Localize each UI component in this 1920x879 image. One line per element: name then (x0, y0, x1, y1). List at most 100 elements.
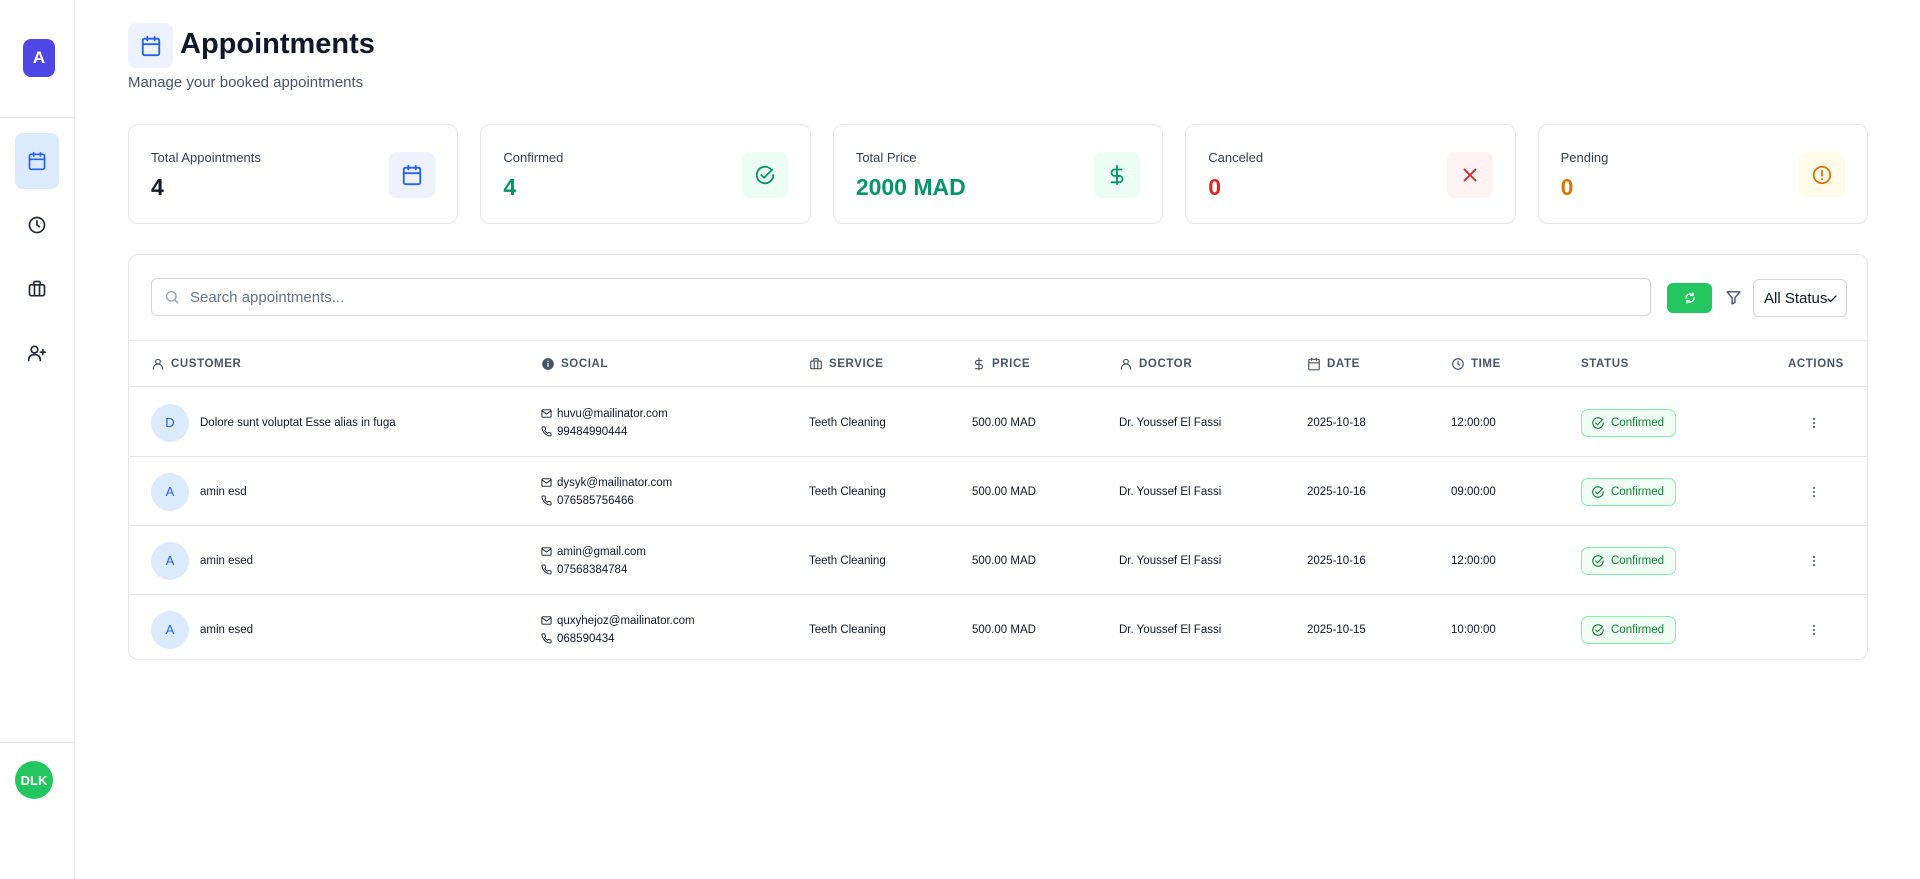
customer-email: quxyhejoz@mailinator.com (557, 614, 695, 627)
column-header-doctor[interactable]: Doctor (1119, 341, 1192, 387)
customer-avatar: A (151, 541, 189, 580)
table-row[interactable]: A amin esd dysyk@mailinator.com 07658575… (129, 457, 1867, 526)
column-header-date[interactable]: Date (1307, 341, 1360, 387)
price-cell: 500.00 MAD (972, 485, 1036, 498)
table-row[interactable]: D Dolore sunt voluptat Esse alias in fug… (129, 388, 1867, 457)
stat-label: Canceled (1208, 150, 1264, 165)
stat-icon-box (1799, 152, 1846, 198)
time-cell: 12:00:00 (1451, 554, 1496, 567)
time-cell: 12:00:00 (1451, 416, 1496, 429)
check-circle-icon (1592, 554, 1604, 567)
filter-icon[interactable] (1725, 289, 1742, 306)
stat-label: Confirmed (503, 150, 564, 165)
stat-value: 2000 MAD (855, 174, 966, 200)
doctor-cell: Dr. Youssef El Fassi (1119, 416, 1222, 429)
briefcase-icon (28, 280, 46, 297)
social-cell: huvu@mailinator.com 99484990444 (541, 388, 668, 457)
doctor-cell: Dr. Youssef El Fassi (1119, 623, 1222, 636)
time-cell: 10:00:00 (1451, 623, 1496, 636)
stat-value: 0 (1208, 174, 1222, 200)
column-header-status[interactable]: Status (1581, 341, 1629, 387)
table-row[interactable]: A amin esed amin@gmail.com 07568384784 T… (129, 526, 1867, 595)
x-icon (1463, 168, 1477, 182)
row-actions-button[interactable] (1804, 551, 1824, 571)
date-cell: 2025-10-16 (1307, 554, 1366, 567)
more-vertical-icon (1812, 486, 1816, 497)
customer-avatar: A (151, 472, 189, 511)
social-cell: quxyhejoz@mailinator.com 068590434 (541, 595, 695, 664)
customer-phone: 07568384784 (557, 563, 628, 576)
actions-cell (1804, 526, 1824, 595)
customer-avatar: A (151, 610, 189, 649)
header-calendar-icon-box (128, 23, 173, 68)
customer-phone: 068590434 (557, 632, 615, 645)
brand-logo[interactable]: A (23, 39, 55, 77)
calendar-icon (1308, 357, 1320, 371)
column-header-time[interactable]: Time (1451, 341, 1501, 387)
stat-card-canceled: Canceled 0 (1185, 124, 1516, 224)
column-label: Time (1471, 358, 1501, 370)
clock-icon (28, 216, 46, 234)
row-actions-button[interactable] (1804, 413, 1824, 433)
sidebar-item-services[interactable] (15, 261, 59, 317)
page-subtitle: Manage your booked appointments (128, 74, 364, 91)
stat-card-total-appointments: Total Appointments 4 (128, 124, 459, 224)
customer-cell: D Dolore sunt voluptat Esse alias in fug… (151, 388, 396, 457)
stat-value: 0 (1560, 174, 1574, 200)
phone-icon (541, 564, 552, 575)
sidebar-item-schedule[interactable] (15, 197, 59, 253)
column-header-service[interactable]: Service (809, 341, 883, 387)
row-actions-button[interactable] (1804, 620, 1824, 640)
user-avatar[interactable]: DLK (15, 761, 53, 799)
service-cell: Teeth Cleaning (809, 485, 886, 498)
mail-icon (541, 616, 552, 625)
date-cell: 2025-10-16 (1307, 485, 1366, 498)
status-label: Confirmed (1611, 416, 1665, 429)
customer-cell: A amin esed (151, 595, 253, 664)
column-header-customer[interactable]: Customer (151, 341, 241, 387)
stat-label: Total Price (855, 150, 917, 165)
table-row[interactable]: A amin esed quxyhejoz@mailinator.com 068… (129, 595, 1867, 664)
sidebar: A DLK (0, 0, 75, 879)
refresh-button[interactable] (1667, 283, 1712, 313)
calendar-icon (28, 151, 46, 171)
calendar-icon (141, 35, 160, 56)
more-vertical-icon (1812, 624, 1816, 635)
status-label: Confirmed (1611, 485, 1665, 498)
status-filter-value: All Status (1764, 289, 1828, 307)
service-cell: Teeth Cleaning (809, 623, 886, 636)
user-plus-icon (27, 345, 47, 362)
sidebar-item-appointments[interactable] (15, 133, 59, 189)
stat-icon-box (1446, 152, 1493, 198)
row-actions-button[interactable] (1804, 482, 1824, 502)
date-cell: 2025-10-18 (1307, 416, 1366, 429)
app-root: A DLK Appointments Manage your booked ap… (0, 0, 1920, 879)
customer-email: amin@gmail.com (557, 545, 647, 558)
phone-icon (541, 495, 552, 506)
stat-card-total-price: Total Price 2000 MAD (832, 124, 1164, 224)
search-box[interactable] (151, 278, 1651, 316)
column-header-social[interactable]: Social (541, 341, 608, 387)
dollar-icon (1110, 164, 1124, 186)
status-badge: Confirmed (1581, 546, 1677, 575)
stat-label: Pending (1560, 150, 1609, 165)
column-label: Status (1581, 358, 1629, 370)
price-cell: 500.00 MAD (972, 554, 1036, 567)
column-header-actions: Actions (1788, 341, 1844, 387)
actions-cell (1804, 457, 1824, 526)
customer-name: amin esed (200, 554, 254, 567)
search-input[interactable] (190, 288, 1640, 306)
alert-circle-icon (1812, 165, 1832, 185)
column-header-price[interactable]: Price (972, 341, 1030, 387)
customer-phone: 076585756466 (557, 494, 634, 507)
status-cell: Confirmed (1581, 457, 1677, 526)
stat-value: 4 (503, 174, 517, 200)
status-filter-select[interactable]: All Status (1753, 279, 1847, 317)
stats-row: Total Appointments 4 Confirmed 4 Total P… (128, 124, 1869, 224)
sidebar-item-add-user[interactable] (15, 325, 59, 381)
column-label: Social (561, 358, 609, 370)
customer-name: amin esd (200, 485, 247, 498)
social-cell: dysyk@mailinator.com 076585756466 (541, 457, 672, 526)
user-icon (1120, 358, 1132, 370)
customer-avatar: D (151, 403, 189, 442)
